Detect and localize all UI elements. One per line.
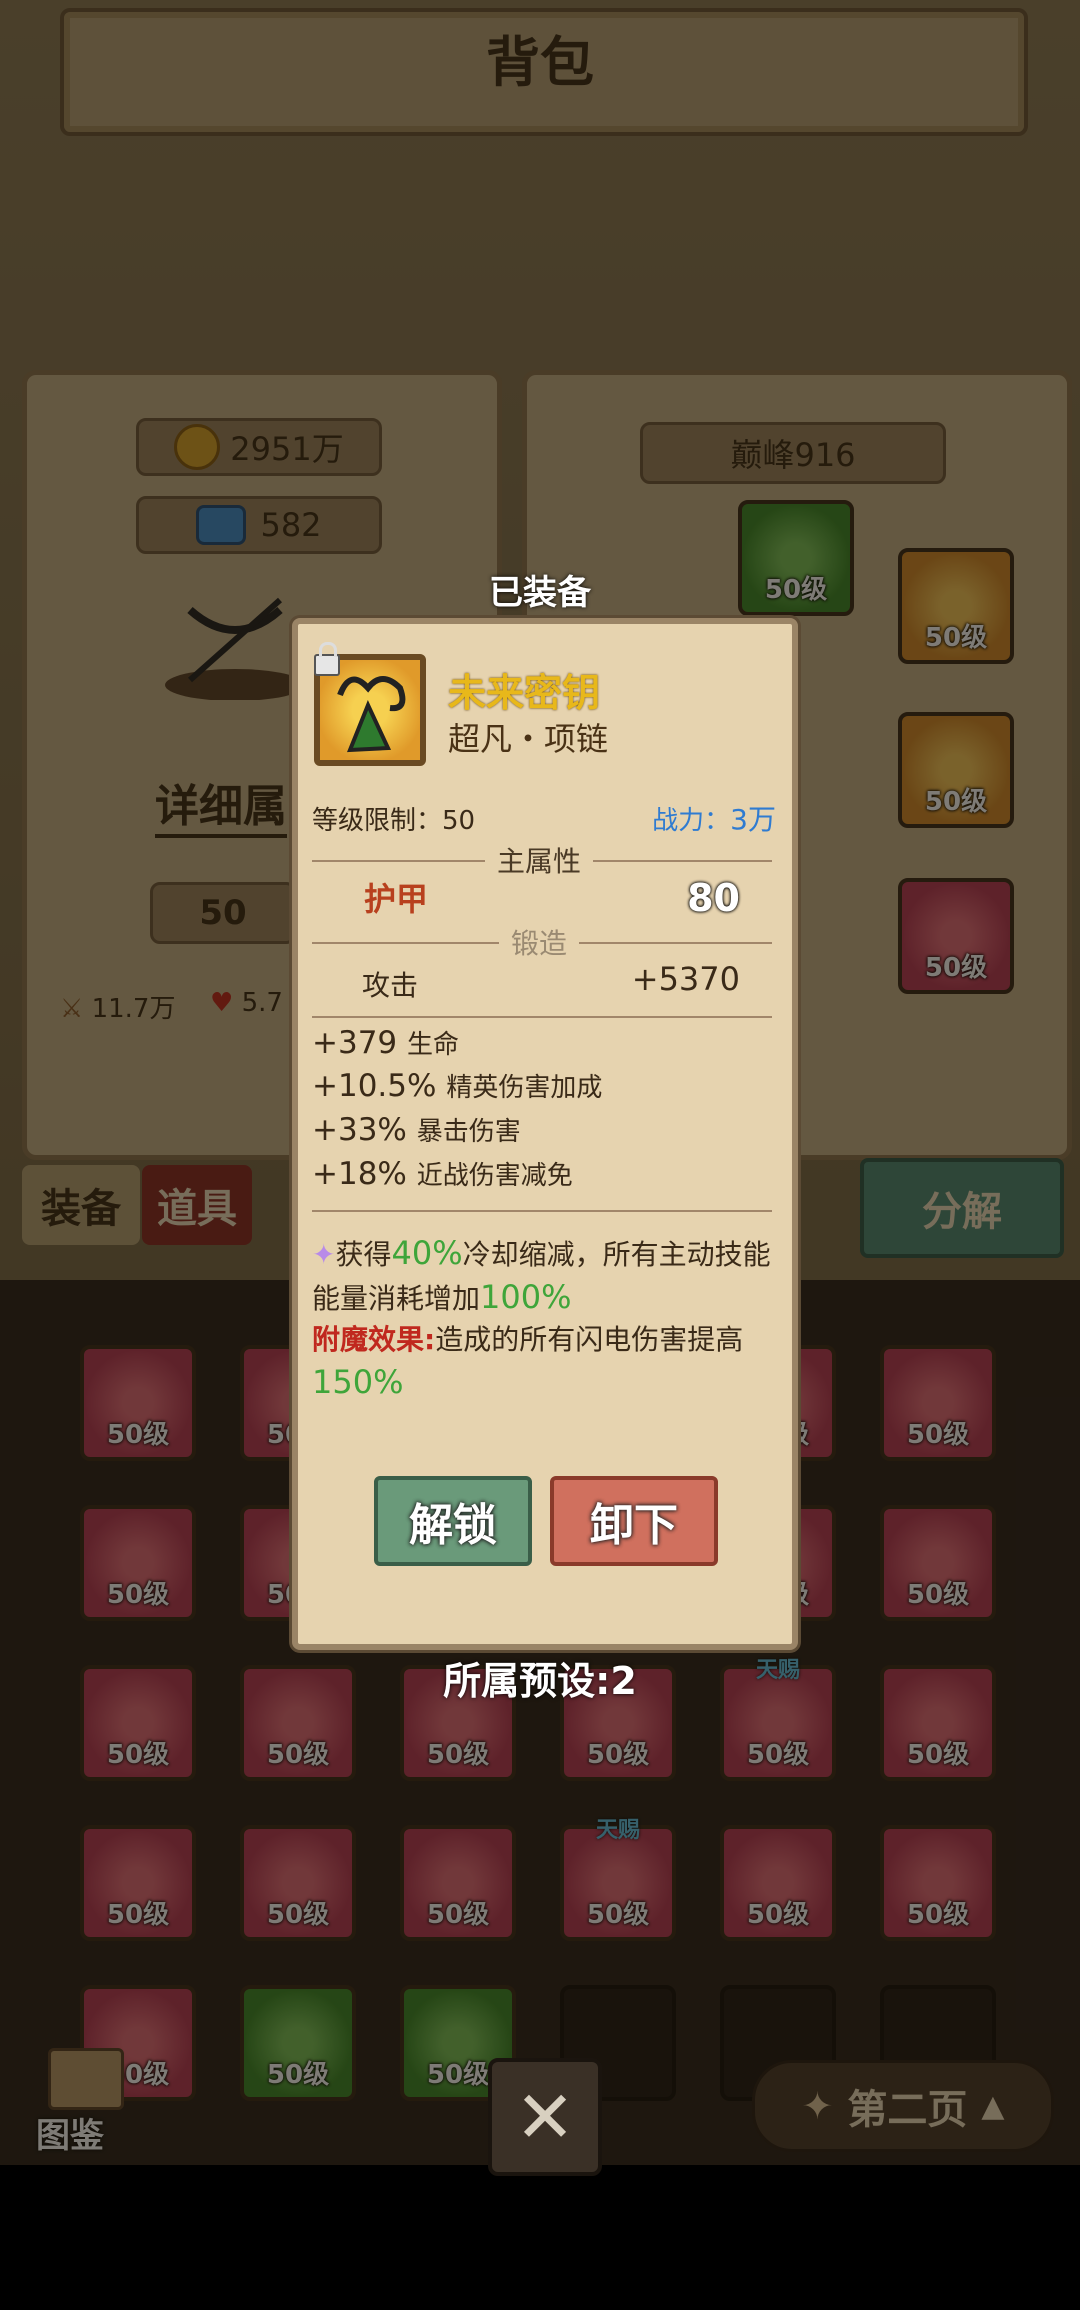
- equip-slot-ring[interactable]: 50级: [898, 712, 1014, 828]
- combat-power-label: 战力：: [652, 806, 731, 836]
- inventory-item[interactable]: 50级: [880, 1825, 996, 1941]
- close-icon: ✕: [514, 2075, 576, 2159]
- left-hp-value: 5.7: [241, 988, 283, 1018]
- preset-label: 所属预设:2: [443, 1659, 637, 1703]
- inventory-item[interactable]: 50级: [80, 1345, 196, 1461]
- sub-stat: +33% 暴击伤害: [312, 1112, 521, 1148]
- equip-slot-quiver[interactable]: 50级: [898, 878, 1014, 994]
- gem-counter: 582: [136, 496, 382, 554]
- tab-items[interactable]: 道具: [142, 1165, 252, 1245]
- item-name: 未来密钥: [448, 670, 601, 715]
- combat-power-value: 3万: [730, 803, 776, 836]
- inventory-item[interactable]: 50级: [80, 1505, 196, 1621]
- lock-icon: [314, 642, 340, 676]
- sub-stat: +18% 近战伤害减免: [312, 1156, 573, 1192]
- main-attr-value: 80: [687, 876, 740, 920]
- tab-equipment[interactable]: 装备: [22, 1165, 140, 1245]
- rank-label: 巅峰916: [640, 422, 946, 484]
- sub-stat: +10.5% 精英伤害加成: [312, 1068, 603, 1104]
- main-attr-title: 主属性: [484, 845, 593, 878]
- item-detail-popup: 未来密钥 超凡・项链 等级限制：50 战力：3万 主属性 护甲 80 锻造 攻击…: [292, 618, 798, 1650]
- level-requirement: 等级限制：50: [312, 806, 476, 836]
- equipped-label: 已装备: [489, 573, 591, 613]
- page-label: 第二页: [847, 2087, 968, 2133]
- forge-header: 锻造: [298, 922, 780, 962]
- gem-value: 582: [260, 506, 322, 544]
- unequip-button[interactable]: 卸下: [550, 1476, 718, 1566]
- unlock-button[interactable]: 解锁: [374, 1476, 532, 1566]
- gem-icon: [196, 505, 247, 545]
- divider: [312, 1210, 772, 1212]
- inventory-item[interactable]: 50级: [880, 1505, 996, 1621]
- detail-attributes-button[interactable]: 详细属: [155, 770, 287, 838]
- left-power-value: 11.7万: [91, 994, 176, 1024]
- decompose-button[interactable]: 分解: [860, 1158, 1064, 1258]
- combat-power: 战力：3万: [652, 798, 776, 838]
- inventory-item[interactable]: 50级: [880, 1345, 996, 1461]
- sparkle-icon: ✦: [312, 1238, 336, 1271]
- inventory-item[interactable]: 50级: [720, 1825, 836, 1941]
- tianci-tag: 天赐: [595, 1818, 640, 1843]
- bottom-bar: [0, 2165, 1080, 2310]
- gold-coin-icon: [174, 424, 221, 470]
- level-badge: 50: [150, 882, 296, 944]
- special-effect: ✦获得40%冷却缩减，所有主动技能能量消耗增加100%: [312, 1234, 771, 1316]
- enchant-effect: 附魔效果:造成的所有闪电伤害提高150%: [312, 1323, 744, 1401]
- page-title: 背包: [486, 30, 594, 94]
- inventory-item[interactable]: 50级: [400, 1825, 516, 1941]
- left-power: ⚔ 11.7万: [60, 988, 175, 1025]
- sword-icon: ⚔: [60, 994, 84, 1024]
- forge-attr-name: 攻击: [362, 969, 419, 1002]
- item-type: 超凡・项链: [448, 720, 609, 758]
- dragonfly-icon: ✦: [801, 2084, 834, 2128]
- forge-title: 锻造: [498, 927, 579, 960]
- main-attr-name: 护甲: [364, 880, 429, 918]
- gold-value: 2951万: [230, 430, 344, 468]
- forge-attr-value: +5370: [631, 960, 740, 998]
- codex-button[interactable]: 图鉴: [28, 2048, 138, 2156]
- left-hp: ♥ 5.7: [210, 988, 283, 1018]
- close-button[interactable]: ✕: [488, 2058, 602, 2176]
- codex-label: 图鉴: [36, 2116, 104, 2156]
- inventory-item[interactable]: 50级: [240, 1985, 356, 2101]
- triangle-up-icon: ▲: [981, 2088, 1005, 2124]
- heart-icon: ♥: [210, 988, 234, 1018]
- inventory-item[interactable]: 50级: [240, 1825, 356, 1941]
- gold-counter: 2951万: [136, 418, 382, 476]
- book-icon: [48, 2048, 124, 2110]
- divider: [312, 1016, 772, 1018]
- page-switch-button[interactable]: ✦ 第二页 ▲: [752, 2060, 1054, 2152]
- sub-stat: +379 生命: [312, 1025, 460, 1061]
- inventory-item[interactable]: 50级: [80, 1825, 196, 1941]
